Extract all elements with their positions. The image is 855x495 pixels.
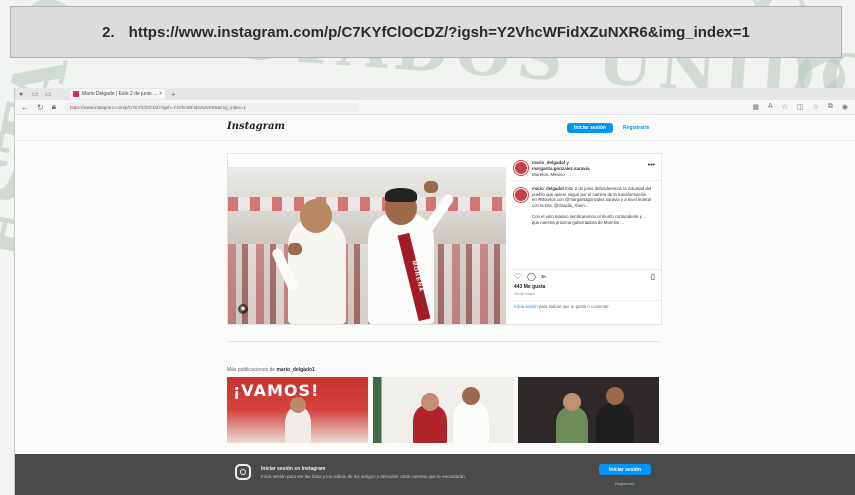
new-tab-icon[interactable]: + xyxy=(171,90,176,99)
caption-user[interactable]: mario_delgadol xyxy=(532,186,564,191)
tab-bar: ● ▭ ▭ Mario Delgado | Este 2 de junio ..… xyxy=(15,88,855,100)
post-photo[interactable]: MORENA ◉ xyxy=(228,167,506,324)
profile-avatar-icon[interactable]: ◉ xyxy=(842,103,848,111)
favorites-icon[interactable]: ☆ xyxy=(813,103,819,111)
reload-icon[interactable]: ↻ xyxy=(37,103,44,112)
login-banner: Iniciar sesión en Instagram Inicia sesió… xyxy=(15,454,855,495)
instagram-favicon-icon xyxy=(73,91,79,97)
comment-icon[interactable]: ◯ xyxy=(527,272,536,281)
login-banner-button[interactable]: Iniciar sesión xyxy=(599,464,651,475)
caption-url: https://www.instagram.com/p/C7KYfClOCDZ/… xyxy=(128,23,750,41)
tab-actions-icon[interactable]: ▭ xyxy=(45,91,52,98)
browser-toolbar: ▦ A ☆ ◫ ☆ ⧉ ◉ xyxy=(752,103,855,111)
woman-fist xyxy=(288,243,302,255)
post-date: 19 de mayo xyxy=(514,291,535,296)
tab-instagram-post[interactable]: Mario Delgado | Este 2 de junio ... × xyxy=(70,89,165,99)
instagram-logo[interactable]: Instagram xyxy=(227,121,285,132)
post-sidebar: mario_delgadol y margarita.gonzalez.sara… xyxy=(510,154,661,324)
caption-more-text: Con el voto masivo sembraremos el triunf… xyxy=(532,213,647,225)
caption-number: 2. xyxy=(102,23,115,41)
post-header: mario_delgadol y margarita.gonzalez.sara… xyxy=(510,154,661,181)
more-post-thumbnail-1[interactable]: ¡VAMOS! xyxy=(227,377,368,443)
instagram-icon xyxy=(235,464,251,480)
caption-avatar[interactable] xyxy=(514,188,528,202)
login-banner-title: Iniciar sesión en Instagram xyxy=(261,466,326,472)
grid-icon[interactable]: ▦ xyxy=(752,103,759,111)
more-posts-heading: Más publicaciones de mario_delgado1 xyxy=(227,367,315,373)
crowd-background xyxy=(228,244,506,324)
lock-icon: 🔒︎ xyxy=(51,102,56,111)
post-author[interactable]: mario_delgadol y xyxy=(532,160,569,166)
login-prompt-text: para indicar que te gusta o comentar. xyxy=(537,304,610,309)
read-aloud-icon[interactable]: A xyxy=(768,103,773,111)
post-location[interactable]: Morelos, Mexico xyxy=(532,172,565,178)
more-posts-user[interactable]: mario_delgado1 xyxy=(276,367,314,373)
post-caption: mario_delgadol Este 2 de junio defendere… xyxy=(532,186,652,225)
more-post-thumbnail-3[interactable] xyxy=(518,377,659,443)
like-count[interactable]: 443 Me gusta xyxy=(514,284,545,290)
instagram-header: Instagram Iniciar sesión Registrarte xyxy=(15,114,855,141)
instagram-post: MORENA ◉ mario_delgadol y margarita.gonz… xyxy=(227,153,662,325)
post-actions: ♡ ◯ ➢ ▯ xyxy=(510,269,661,282)
split-screen-icon[interactable]: ◫ xyxy=(797,103,804,111)
thumbnail-1-text: ¡VAMOS! xyxy=(233,381,320,400)
man-fist xyxy=(424,181,438,193)
tab-title: Mario Delgado | Este 2 de junio ... xyxy=(82,91,158,97)
tagged-users-icon[interactable]: ◉ xyxy=(238,304,248,314)
collections-icon[interactable]: ⧉ xyxy=(828,103,833,111)
login-banner-signup-link[interactable]: Registrarte xyxy=(615,481,635,486)
back-icon[interactable]: ← xyxy=(21,103,29,112)
share-icon[interactable]: ➢ xyxy=(540,272,547,281)
favorite-star-icon[interactable]: ☆ xyxy=(782,103,788,111)
address-input[interactable]: https://www.instagram.com/p/C7KYfClOCDZ/… xyxy=(63,102,360,112)
login-prompt: Inicia sesión para indicar que te gusta … xyxy=(510,300,661,313)
more-post-thumbnail-2[interactable] xyxy=(373,377,514,443)
caption-url-box: 2. https://www.instagram.com/p/C7KYfClOC… xyxy=(10,6,842,58)
author-avatar[interactable] xyxy=(514,161,528,175)
login-banner-text: Inicia sesión para ver las fotos y los v… xyxy=(261,474,466,479)
post-coauthor[interactable]: margarita.gonzalez.saravia xyxy=(532,166,590,172)
workspaces-icon[interactable]: ▭ xyxy=(32,91,39,98)
browser-window: ● ▭ ▭ Mario Delgado | Este 2 de junio ..… xyxy=(14,88,855,495)
more-options-icon[interactable]: ••• xyxy=(648,162,655,169)
section-divider xyxy=(227,341,660,342)
address-bar: ← ↻ 🔒︎ https://www.instagram.com/p/C7KYf… xyxy=(15,100,855,115)
woman-figure xyxy=(288,193,346,324)
background-banner xyxy=(228,197,506,211)
save-bookmark-icon[interactable]: ▯ xyxy=(651,272,655,281)
morena-sash: MORENA xyxy=(397,232,431,322)
signup-link[interactable]: Registrarte xyxy=(623,125,649,131)
login-prompt-link[interactable]: Inicia sesión xyxy=(514,304,538,309)
login-button[interactable]: Iniciar sesión xyxy=(567,123,613,133)
profile-icon[interactable]: ● xyxy=(19,91,26,98)
close-tab-icon[interactable]: × xyxy=(159,91,162,97)
like-heart-icon[interactable]: ♡ xyxy=(514,272,521,281)
